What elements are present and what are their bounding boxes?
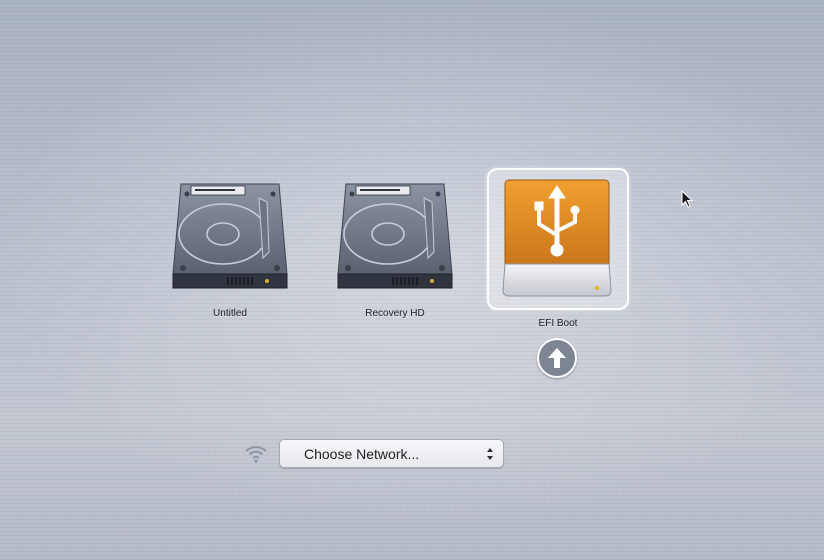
select-arrows-icon bbox=[487, 448, 493, 460]
volume-icon-container bbox=[332, 168, 458, 294]
selection-highlight bbox=[487, 168, 629, 310]
usb-drive-icon bbox=[502, 179, 612, 297]
choose-network-select[interactable]: Choose Network... bbox=[279, 439, 504, 468]
network-select-label: Choose Network... bbox=[304, 446, 420, 462]
volume-label: EFI Boot bbox=[538, 318, 578, 329]
mouse-cursor-icon bbox=[681, 190, 693, 208]
volume-efi-boot[interactable]: EFI Boot bbox=[483, 168, 633, 329]
hard-drive-icon bbox=[172, 183, 288, 289]
hard-drive-icon bbox=[337, 183, 453, 289]
volume-label: Untitled bbox=[213, 308, 247, 319]
volume-untitled[interactable]: Untitled bbox=[165, 168, 295, 319]
arrow-up-icon bbox=[548, 348, 566, 368]
volume-recovery-hd[interactable]: Recovery HD bbox=[330, 168, 460, 319]
volume-icon-container bbox=[167, 168, 293, 294]
wifi-icon bbox=[245, 446, 267, 463]
boot-arrow-button[interactable] bbox=[537, 338, 577, 378]
volume-label: Recovery HD bbox=[365, 308, 425, 319]
